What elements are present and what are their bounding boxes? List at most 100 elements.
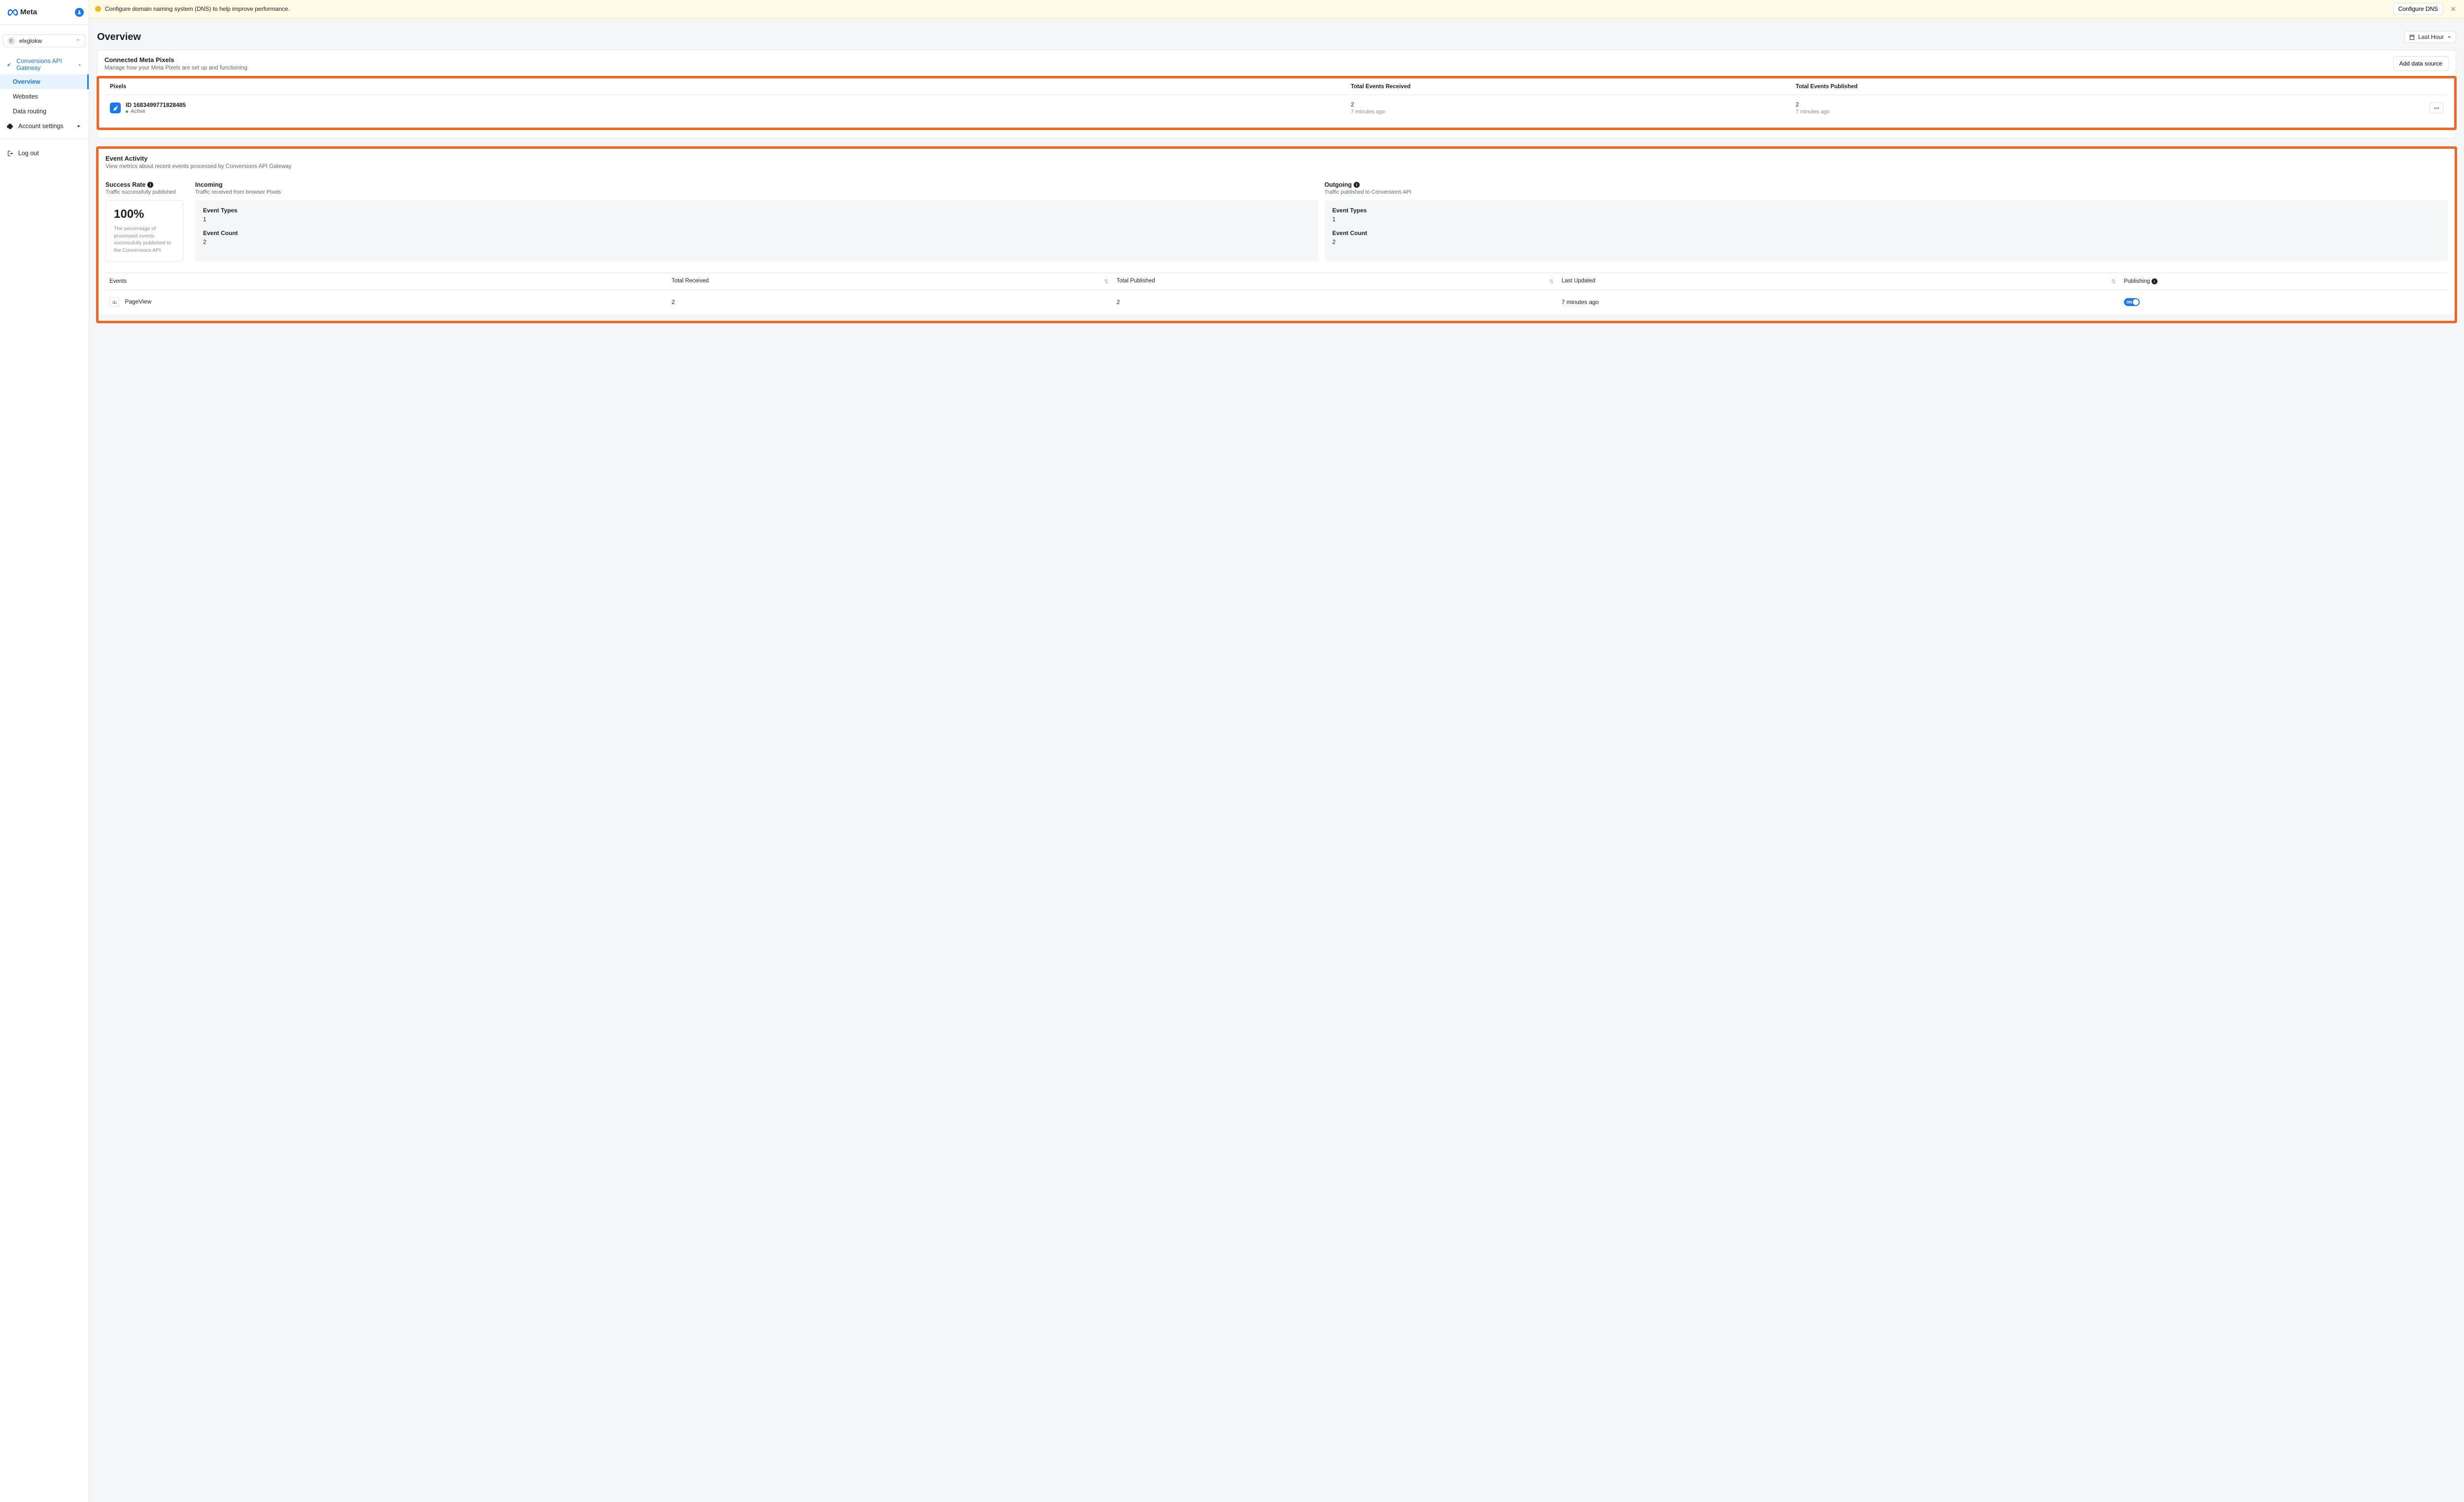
info-icon[interactable]: i <box>1354 182 1360 188</box>
add-data-source-button[interactable]: Add data source <box>2393 56 2449 71</box>
success-rate-value: 100% <box>114 207 175 221</box>
chevron-down-icon <box>75 123 82 130</box>
success-rate-label: Success Rate <box>105 181 145 188</box>
incoming-count-label: Event Count <box>203 230 1311 237</box>
col-publishing: Publishing i <box>2120 273 2448 290</box>
status-dot-icon <box>126 110 128 113</box>
outgoing-count-label: Event Count <box>1333 230 2440 237</box>
table-row: ID 1683499771828485 Active 2 7 minutes a… <box>106 95 2447 121</box>
sidebar-item-account-settings[interactable]: Account settings <box>0 119 89 134</box>
incoming-types-label: Event Types <box>203 207 1311 214</box>
sort-icon: ⇅ <box>1549 278 1554 285</box>
nav-group-label: Conversions API Gateway <box>16 58 67 71</box>
page-header: Overview Last Hour <box>97 31 2456 43</box>
sort-icon: ⇅ <box>1104 278 1109 285</box>
warning-dot-icon <box>95 6 101 12</box>
org-selector[interactable]: E elxglokw <box>3 34 86 47</box>
incoming-count-value: 2 <box>203 239 1311 245</box>
main: Configure domain naming system (DNS) to … <box>89 0 2464 1502</box>
pixel-id: ID 1683499771828485 <box>126 102 186 108</box>
card-subtitle: Manage how your Meta Pixels are set up a… <box>104 65 249 71</box>
event-name: PageView <box>125 298 151 305</box>
card-title: Connected Meta Pixels <box>104 56 249 64</box>
success-rate-desc: The percentage of processed events succe… <box>114 225 175 254</box>
logout-button[interactable]: Log out <box>0 144 89 163</box>
info-icon[interactable]: i <box>147 182 153 188</box>
gear-icon <box>7 123 13 130</box>
col-events: Events <box>105 273 668 290</box>
chevron-down-icon <box>2447 34 2452 40</box>
brand-name: Meta <box>20 8 37 16</box>
incoming-types-value: 1 <box>203 216 1311 223</box>
configure-dns-button[interactable]: Configure DNS <box>2393 3 2444 15</box>
sidebar-item-label: Data routing <box>13 108 46 115</box>
banner-message: Configure domain naming system (DNS) to … <box>105 5 2393 12</box>
rocket-icon <box>7 62 11 68</box>
sidebar-item-overview[interactable]: Overview <box>0 74 89 89</box>
col-last-updated[interactable]: Last Updated⇅ <box>1558 273 2120 290</box>
outgoing-count-value: 2 <box>1333 239 2440 245</box>
connected-pixels-card: Connected Meta Pixels Manage how your Me… <box>97 50 2456 138</box>
calendar-icon <box>2409 34 2415 40</box>
incoming-sub: Traffic received from browser Pixels <box>195 189 1319 195</box>
meta-infinity-icon <box>7 7 18 18</box>
metrics-row: Success Rate i Traffic successfully publ… <box>99 174 2455 269</box>
nav-group-conversions-api[interactable]: Conversions API Gateway <box>0 55 89 74</box>
event-activity-card: Event Activity View metrics about recent… <box>99 149 2455 314</box>
logout-label: Log out <box>18 150 39 157</box>
highlight-pixels-table: Pixels Total Events Received Total Event… <box>97 76 2457 130</box>
received-age: 7 minutes ago <box>1351 109 1788 115</box>
table-row: PageView 2 2 7 minutes ago ON <box>105 290 2448 314</box>
meta-logo: Meta <box>7 7 37 18</box>
sidebar-item-websites[interactable]: Websites <box>0 89 89 104</box>
pixel-plug-icon <box>110 102 121 113</box>
org-name: elxglokw <box>19 37 71 44</box>
ellipsis-icon <box>2433 105 2440 111</box>
banner-close-button[interactable]: ✕ <box>2448 5 2458 13</box>
chevron-down-icon <box>75 37 81 45</box>
sidebar: Meta E elxglokw Conversions API Gateway … <box>0 0 89 1502</box>
event-type-icon <box>109 297 119 307</box>
user-avatar-button[interactable] <box>75 8 84 17</box>
events-table: Events Total Received⇅ Total Published⇅ … <box>105 273 2448 314</box>
outgoing-types-value: 1 <box>1333 216 2440 223</box>
toggle-text: ON <box>2126 300 2132 305</box>
event-received: 2 <box>668 290 1113 314</box>
sidebar-item-label: Account settings <box>18 123 64 130</box>
row-more-button[interactable] <box>2430 102 2443 113</box>
info-icon[interactable]: i <box>2152 278 2157 284</box>
event-updated: 7 minutes ago <box>1558 290 2120 314</box>
outgoing-types-label: Event Types <box>1333 207 2440 214</box>
incoming-label: Incoming <box>195 181 223 188</box>
divider <box>0 138 89 139</box>
sidebar-item-label: Overview <box>13 78 40 85</box>
event-published: 2 <box>1113 290 1558 314</box>
nav: Conversions API Gateway Overview Website… <box>0 55 89 168</box>
outgoing-sub: Traffic published to Conversions API <box>1325 189 2448 195</box>
highlight-event-activity: Event Activity View metrics about recent… <box>96 146 2457 323</box>
success-rate-sub: Traffic successfully published <box>105 189 189 195</box>
publishing-toggle[interactable]: ON <box>2124 298 2140 306</box>
col-received: Total Events Received <box>1347 79 1792 95</box>
col-total-received[interactable]: Total Received⇅ <box>668 273 1113 290</box>
col-published: Total Events Published <box>1792 79 2237 95</box>
sidebar-item-label: Websites <box>13 93 38 100</box>
time-range-label: Last Hour <box>2418 34 2444 40</box>
published-age: 7 minutes ago <box>1796 109 2233 115</box>
outgoing-label: Outgoing <box>1325 181 1352 188</box>
sidebar-header: Meta <box>0 0 89 25</box>
logout-icon <box>7 150 13 157</box>
published-value: 2 <box>1796 101 2233 108</box>
org-avatar: E <box>7 37 15 45</box>
chevron-up-icon <box>77 62 82 68</box>
sort-icon: ⇅ <box>2111 278 2116 285</box>
pixels-table: Pixels Total Events Received Total Event… <box>106 78 2447 121</box>
col-total-published[interactable]: Total Published⇅ <box>1113 273 1558 290</box>
pixel-status: Active <box>131 108 145 114</box>
sidebar-item-data-routing[interactable]: Data routing <box>0 104 89 119</box>
col-pixels: Pixels <box>106 79 1347 95</box>
user-icon <box>77 10 82 15</box>
time-range-selector[interactable]: Last Hour <box>2404 31 2456 43</box>
dns-banner: Configure domain naming system (DNS) to … <box>89 0 2464 18</box>
received-value: 2 <box>1351 101 1788 108</box>
